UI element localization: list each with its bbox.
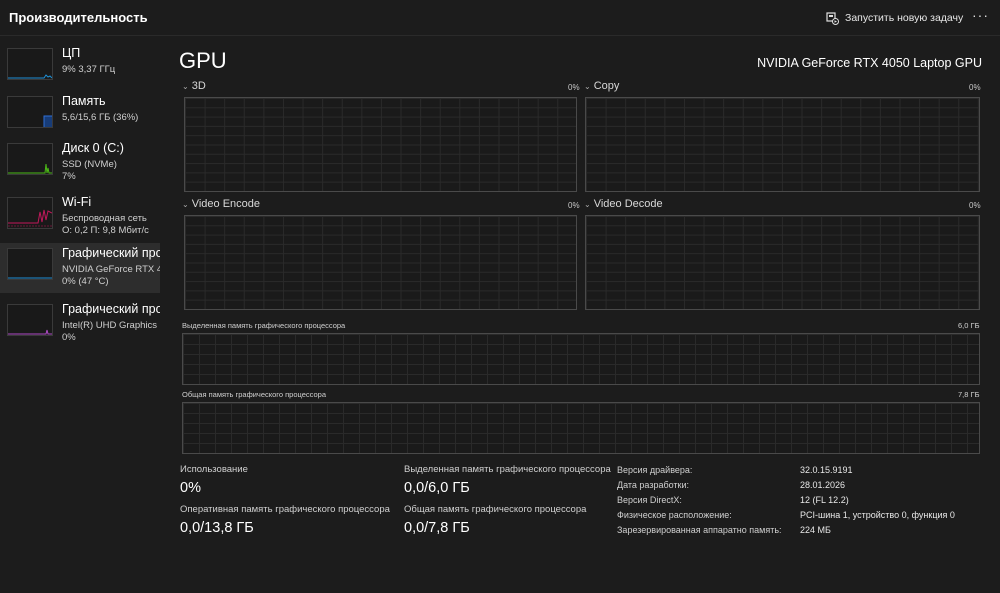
sidebar-item-detail: 0% (47 °C) [62, 276, 109, 287]
engine-selector-3d[interactable]: ⌄ 3D [182, 80, 206, 92]
gpu-1-thumbnail [7, 248, 53, 280]
info-key-driver-date: Дата разработки: [617, 480, 690, 490]
memory-thumbnail [7, 96, 53, 128]
info-value-physical-location: PCI-шина 1, устройство 0, функция 0 [800, 510, 955, 520]
engine-label: Video Decode [593, 198, 663, 210]
sidebar-item-disk[interactable]: Диск 0 (C:) SSD (NVMe) 7% [0, 138, 160, 188]
chevron-down-icon: ⌄ [584, 199, 591, 209]
info-key-directx-version: Версия DirectX: [617, 495, 682, 505]
engine-graph-video-decode [585, 215, 980, 310]
engine-percent: 0% [568, 201, 580, 210]
shared-memory-graph [182, 402, 980, 454]
shared-memory-value: 0,0/7,8 ГБ [404, 520, 470, 536]
sidebar-item-gpu-1[interactable]: Графический процессор 1 NVIDIA GeForce R… [0, 243, 160, 293]
dedicated-memory-max: 6,0 ГБ [958, 321, 980, 330]
sidebar-item-name: Память [62, 94, 106, 108]
chevron-down-icon: ⌄ [584, 81, 591, 91]
more-options-icon[interactable]: ··· [972, 7, 989, 23]
sidebar: ЦП 9% 3,37 ГГц Память 5,6/15,6 ГБ (36%) … [0, 37, 160, 593]
shared-memory-graph-label: Общая память графического процессора [182, 390, 327, 399]
sidebar-item-wifi[interactable]: Wi-Fi Беспроводная сеть О: 0,2 П: 9,8 Мб… [0, 192, 160, 242]
sidebar-item-name: Графический процессор 0 [62, 302, 160, 316]
run-task-icon [826, 11, 839, 25]
sidebar-item-detail: 0% [62, 332, 76, 343]
run-task-label: Запустить новую задачу [845, 12, 964, 24]
info-key-hardware-reserved-memory: Зарезервированная аппаратно память: [617, 525, 782, 535]
engine-selector-video-encode[interactable]: ⌄ Video Encode [182, 198, 260, 210]
title-bar: Производительность Запустить новую задач… [0, 0, 1000, 36]
app-title: Производительность [9, 10, 148, 25]
dedicated-memory-value: 0,0/6,0 ГБ [404, 480, 470, 496]
cpu-thumbnail [7, 48, 53, 80]
chevron-down-icon: ⌄ [182, 199, 189, 209]
sidebar-item-gpu-0[interactable]: Графический процессор 0 Intel(R) UHD Gra… [0, 299, 160, 349]
engine-label: 3D [191, 80, 206, 92]
info-value-directx-version: 12 (FL 12.2) [800, 495, 849, 505]
info-value-driver-date: 28.01.2026 [800, 480, 846, 490]
engine-selector-copy[interactable]: ⌄ Copy [584, 80, 619, 92]
sidebar-item-name: Графический процессор 1 [62, 246, 160, 260]
gpu-model-name: NVIDIA GeForce RTX 4050 Laptop GPU [757, 56, 982, 70]
chevron-down-icon: ⌄ [182, 81, 189, 91]
sidebar-item-detail: Intel(R) UHD Graphics [62, 320, 158, 331]
gpu-memory-value: 0,0/13,8 ГБ [180, 520, 254, 536]
sidebar-item-memory[interactable]: Память 5,6/15,6 ГБ (36%) [0, 91, 160, 141]
engine-label: Video Encode [191, 198, 261, 210]
info-key-driver-version: Версия драйвера: [617, 465, 693, 475]
engine-percent: 0% [969, 201, 981, 210]
info-value-driver-version: 32.0.15.9191 [800, 465, 853, 475]
shared-memory-label: Общая память графического процессора [404, 504, 587, 515]
utilization-label: Использование [180, 464, 248, 475]
engine-graph-copy [585, 97, 980, 192]
engine-label: Copy [593, 80, 620, 92]
gpu-0-thumbnail [7, 304, 53, 336]
utilization-value: 0% [180, 480, 201, 496]
gpu-memory-label: Оперативная память графического процессо… [180, 504, 390, 515]
sidebar-item-detail: 9% 3,37 ГГц [62, 64, 116, 75]
sidebar-item-detail: NVIDIA GeForce RTX 4050 Laptop GPU [62, 264, 160, 275]
sidebar-item-name: Диск 0 (C:) [62, 141, 124, 155]
run-new-task-button[interactable]: Запустить новую задачу [826, 8, 963, 28]
sidebar-item-detail: О: 0,2 П: 9,8 Мбит/с [62, 225, 149, 236]
sidebar-item-detail: Беспроводная сеть [62, 213, 147, 224]
dedicated-memory-graph-label: Выделенная память графического процессор… [182, 321, 346, 330]
sidebar-item-detail: SSD (NVMe) [62, 159, 117, 170]
engine-percent: 0% [568, 83, 580, 92]
sidebar-item-name: Wi-Fi [62, 195, 92, 209]
disk-thumbnail [7, 143, 53, 175]
engine-graph-video-encode [184, 215, 577, 310]
sidebar-item-cpu[interactable]: ЦП 9% 3,37 ГГц [0, 43, 160, 93]
sidebar-item-detail: 7% [62, 171, 76, 182]
dedicated-memory-label: Выделенная память графического процессор… [404, 464, 611, 475]
dedicated-memory-graph [182, 333, 980, 385]
page-title: GPU [179, 48, 227, 73]
engine-percent: 0% [969, 83, 981, 92]
engine-selector-video-decode[interactable]: ⌄ Video Decode [584, 198, 663, 210]
shared-memory-max: 7,8 ГБ [958, 390, 980, 399]
info-value-hardware-reserved-memory: 224 МБ [800, 525, 831, 535]
wifi-thumbnail [7, 197, 53, 229]
info-key-physical-location: Физическое расположение: [617, 510, 732, 520]
sidebar-item-detail: 5,6/15,6 ГБ (36%) [62, 112, 139, 123]
engine-graph-3d [184, 97, 577, 192]
sidebar-item-name: ЦП [62, 46, 81, 60]
